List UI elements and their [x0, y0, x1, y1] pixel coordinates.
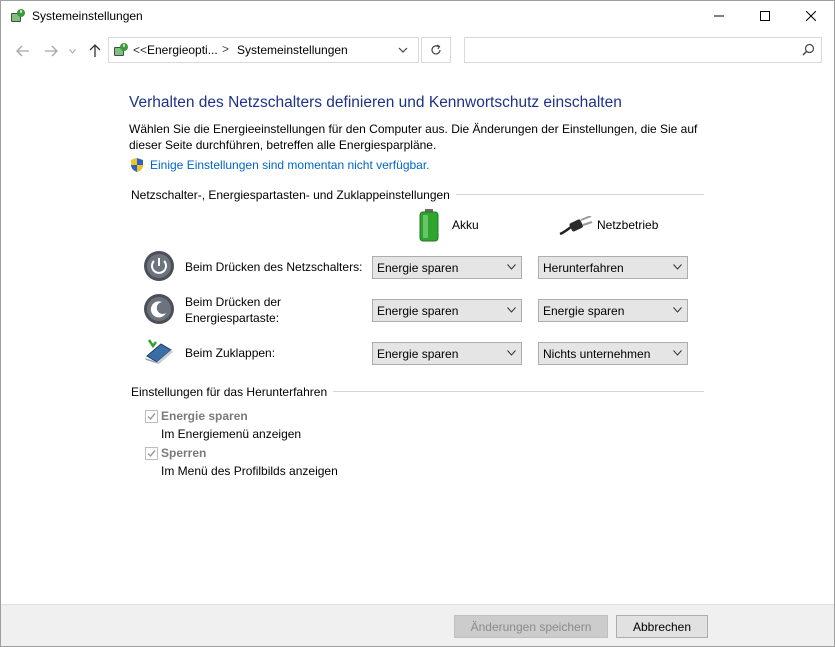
chevron-down-icon — [673, 350, 682, 356]
selected-value: Herunterfahren — [543, 261, 624, 275]
lid-close-ac-select[interactable]: Nichts unternehmen — [538, 342, 688, 365]
cancel-button[interactable]: Abbrechen — [616, 615, 708, 638]
lid-close-battery-select[interactable]: Energie sparen — [372, 342, 522, 365]
checkbox-subtitle-sleep: Im Energiemenü anzeigen — [161, 427, 302, 441]
row-label-sleep-button-2: Energiespartaste: — [185, 311, 280, 325]
battery-icon — [419, 209, 439, 242]
chevron-down-icon — [673, 264, 682, 270]
column-header-power: Netzbetrieb — [597, 218, 659, 232]
power-button-battery-select[interactable]: Energie sparen — [372, 256, 522, 279]
sleep-menu-checkbox[interactable] — [145, 410, 158, 423]
main-content: Verhalten des Netzschalters definieren u… — [1, 71, 834, 604]
power-plug-icon — [559, 216, 593, 236]
back-button[interactable] — [15, 43, 31, 59]
shutdown-section-label: Einstellungen für das Herunterfahren — [131, 385, 334, 399]
forward-arrow-icon — [45, 45, 58, 57]
window-title: Systemeinstellungen — [32, 9, 143, 23]
close-button[interactable] — [788, 1, 834, 31]
uac-shield-icon — [131, 158, 143, 172]
chevron-down-icon — [673, 307, 682, 313]
maximize-icon — [760, 11, 770, 21]
checkbox-title-lock: Sperren — [161, 446, 207, 460]
row-label-lid-close: Beim Zuklappen: — [185, 346, 276, 360]
chevron-down-icon — [507, 307, 516, 313]
checkmark-icon — [147, 450, 156, 458]
maximize-button[interactable] — [742, 1, 788, 31]
chevron-down-icon — [68, 48, 76, 54]
chevron-down-icon[interactable] — [395, 42, 411, 58]
forward-button[interactable] — [43, 43, 59, 59]
lock-menu-checkbox[interactable] — [145, 447, 158, 460]
close-icon — [806, 11, 816, 21]
sleep-button-ac-select[interactable]: Energie sparen — [538, 299, 688, 322]
breadcrumb-system-settings[interactable]: Systemeinstellungen — [237, 43, 348, 57]
page-description: Wählen Sie die Energieeinstellungen für … — [129, 122, 698, 152]
breadcrumb-separator[interactable]: > — [222, 42, 229, 56]
minimize-icon — [714, 15, 724, 17]
chevron-down-icon — [507, 264, 516, 270]
selected-value: Energie sparen — [543, 304, 625, 318]
breadcrumb-overflow[interactable]: << — [133, 43, 147, 57]
checkbox-subtitle-lock: Im Menü des Profilbilds anzeigen — [161, 464, 338, 478]
save-changes-button[interactable]: Änderungen speichern — [454, 615, 608, 638]
page-title: Verhalten des Netzschalters definieren u… — [129, 94, 622, 111]
up-arrow-icon — [89, 44, 101, 57]
search-input[interactable] — [464, 37, 822, 63]
power-section-label: Netzschalter-, Energiespartasten- und Zu… — [131, 188, 456, 202]
refresh-icon — [431, 44, 441, 55]
power-button-icon — [144, 251, 174, 281]
sleep-button-icon — [144, 294, 174, 324]
back-arrow-icon — [16, 45, 29, 57]
selected-value: Energie sparen — [377, 304, 459, 318]
address-bar[interactable]: << Energieopti... > Systemeinstellungen — [108, 37, 419, 63]
checkbox-title-sleep: Energie sparen — [161, 409, 248, 423]
minimize-button[interactable] — [696, 1, 742, 31]
search-icon — [802, 43, 815, 56]
chevron-down-icon — [507, 350, 516, 356]
power-button-ac-select[interactable]: Herunterfahren — [538, 256, 688, 279]
checkmark-icon — [147, 413, 156, 421]
power-options-icon — [11, 9, 25, 22]
up-button[interactable] — [87, 43, 103, 59]
breadcrumb-power-options[interactable]: Energieopti... — [147, 43, 218, 57]
title-bar: Systemeinstellungen — [1, 1, 834, 31]
footer-bar: Änderungen speichern Abbrechen — [1, 604, 834, 646]
selected-value: Nichts unternehmen — [543, 347, 651, 361]
row-label-power-button: Beim Drücken des Netzschalters: — [185, 260, 363, 274]
power-options-icon — [114, 43, 128, 56]
sleep-button-battery-select[interactable]: Energie sparen — [372, 299, 522, 322]
unavailable-settings-link[interactable]: Einige Einstellungen sind momentan nicht… — [150, 158, 430, 172]
selected-value: Energie sparen — [377, 261, 459, 275]
recent-locations-button[interactable] — [67, 43, 77, 59]
column-header-battery: Akku — [452, 218, 479, 232]
navigation-bar: << Energieopti... > Systemeinstellungen — [1, 31, 834, 71]
selected-value: Energie sparen — [377, 347, 459, 361]
laptop-lid-icon — [145, 339, 173, 364]
refresh-button[interactable] — [421, 37, 451, 63]
system-settings-window: Systemeinstellungen << Energieopti... > … — [0, 0, 835, 647]
row-label-sleep-button-1: Beim Drücken der — [185, 295, 282, 309]
